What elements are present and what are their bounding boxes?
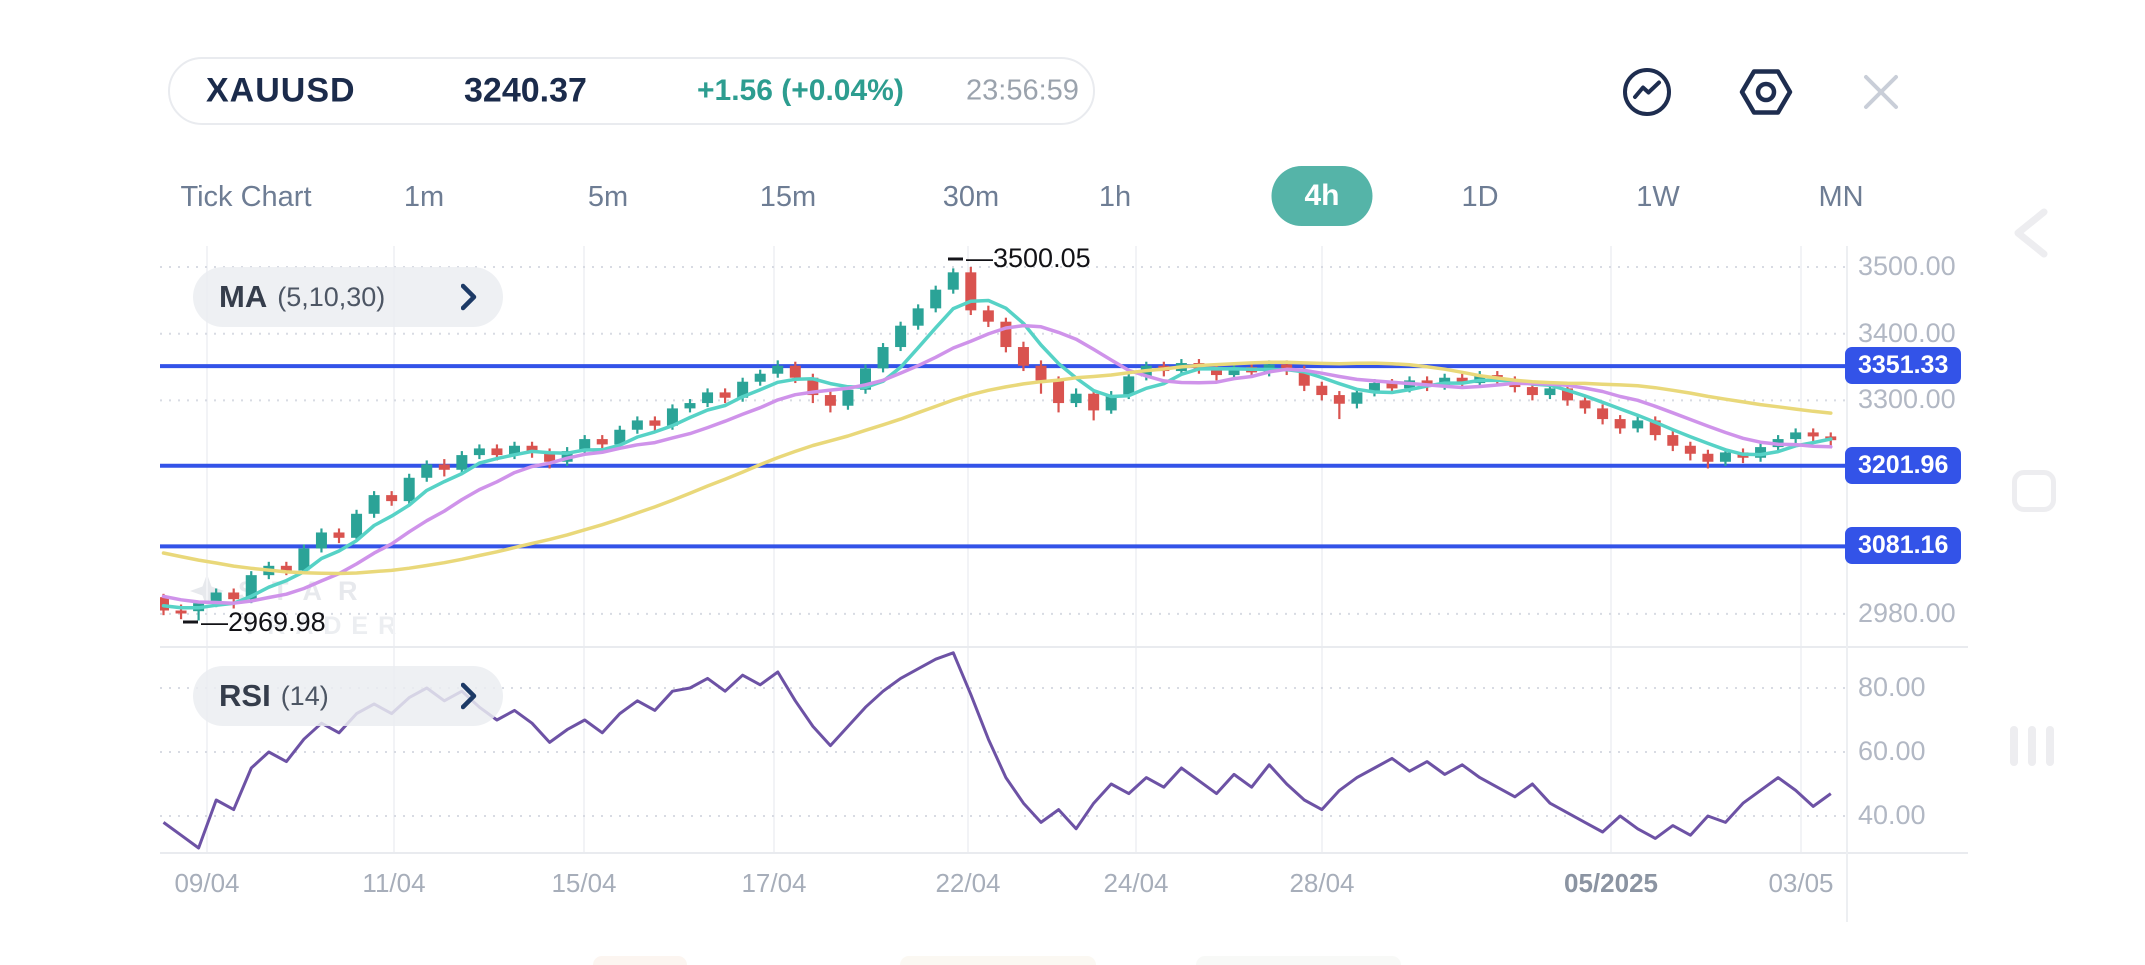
rsi-label: RSI: [219, 678, 271, 714]
tab-15m[interactable]: 15m: [760, 181, 816, 214]
rsi-bottom-divider: [160, 852, 1968, 854]
chevron-right-icon: [461, 682, 477, 710]
bottom-sheet-button-hint[interactable]: [900, 956, 1096, 965]
tab-mn[interactable]: MN: [1818, 181, 1863, 214]
price-level-badge[interactable]: 3201.96: [1845, 447, 1961, 484]
rsi-indicator-button[interactable]: RSI (14): [193, 666, 503, 726]
price-level-badge[interactable]: 3351.33: [1845, 347, 1961, 384]
tab-5m[interactable]: 5m: [588, 181, 628, 214]
price-level-badge[interactable]: 3081.16: [1845, 527, 1961, 564]
price-chart-canvas[interactable]: [0, 0, 2145, 965]
tab-1d[interactable]: 1D: [1461, 181, 1498, 214]
drag-bars-icon[interactable]: [2010, 726, 2054, 766]
chevron-right-icon: [461, 283, 477, 311]
high-price-annotation: —3500.05: [966, 243, 1091, 274]
rounded-square-icon[interactable]: [2012, 470, 2056, 512]
price-rsi-divider: [160, 646, 1968, 648]
tab-tick-chart[interactable]: Tick Chart: [180, 181, 311, 214]
bottom-sheet-button-hint[interactable]: [1196, 956, 1401, 965]
low-price-annotation: —2969.98: [201, 607, 326, 638]
ma-params: (5,10,30): [277, 282, 385, 313]
ma-indicator-button[interactable]: MA (5,10,30): [193, 267, 503, 327]
tab-1h[interactable]: 1h: [1099, 181, 1131, 214]
tab-1m[interactable]: 1m: [404, 181, 444, 214]
chevron-left-icon[interactable]: [2008, 204, 2052, 262]
bottom-sheet-button-hint[interactable]: [593, 956, 687, 965]
tab-4h[interactable]: 4h: [1271, 166, 1372, 226]
rsi-params: (14): [281, 681, 329, 712]
trading-chart-page: STAR TRADER XAUUSD 3240.37 +1.56 (+0.04%…: [0, 0, 2145, 965]
ma-label: MA: [219, 279, 267, 315]
tab-30m[interactable]: 30m: [943, 181, 999, 214]
tab-1w[interactable]: 1W: [1636, 181, 1680, 214]
